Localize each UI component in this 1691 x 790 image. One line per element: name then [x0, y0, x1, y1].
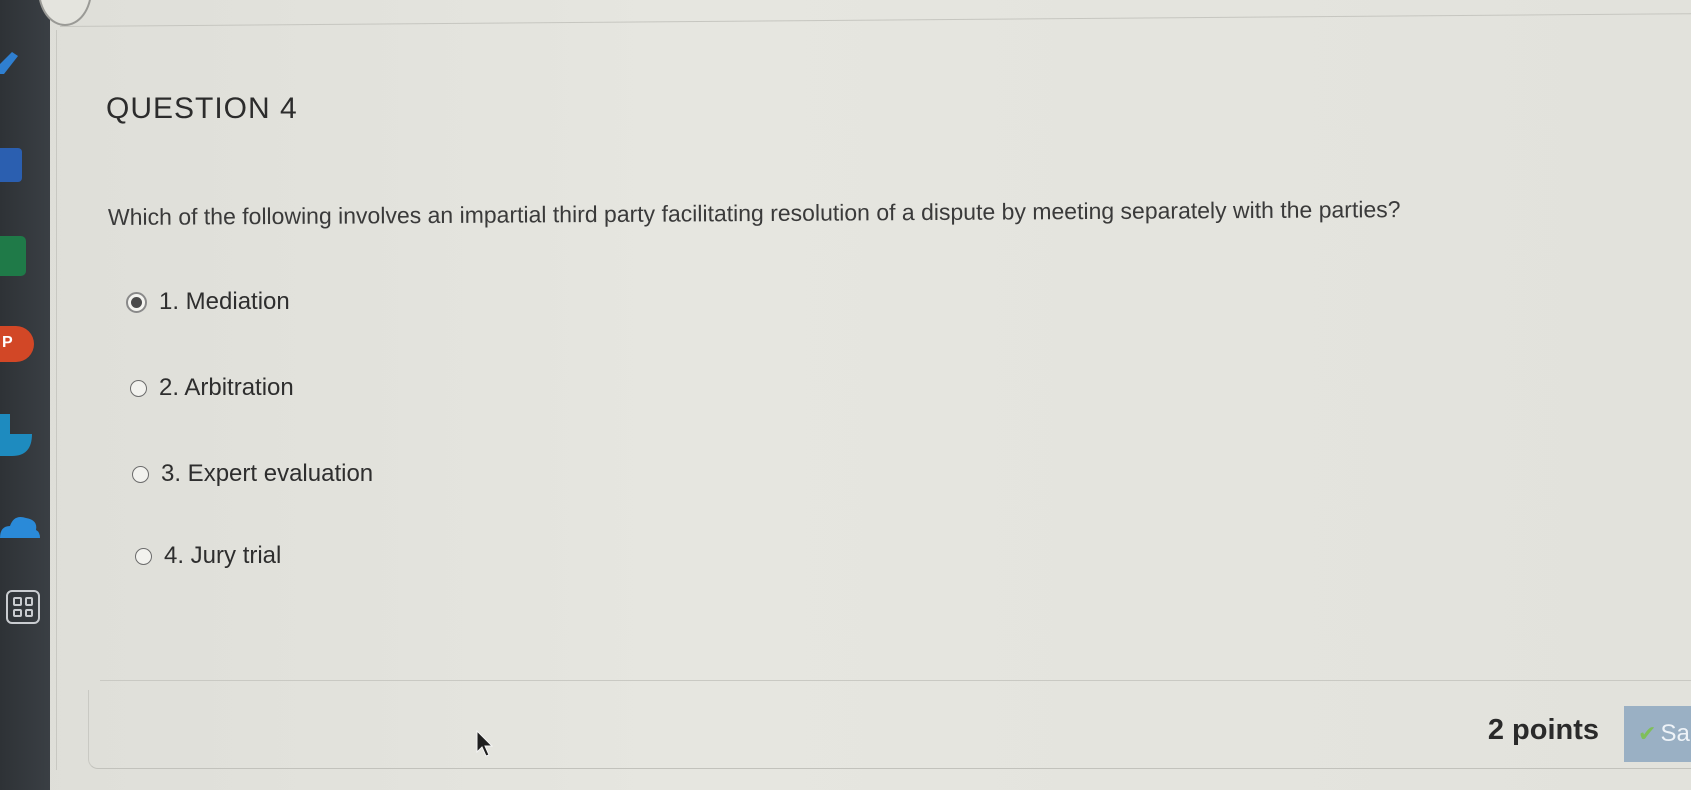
- answer-option-4[interactable]: 4. Jury trial: [135, 542, 281, 570]
- answer-option-label: 4. Jury trial: [164, 542, 282, 569]
- answer-option-label: 2. Arbitration: [159, 374, 294, 401]
- answer-option-2[interactable]: 2. Arbitration: [130, 374, 294, 402]
- answer-option-label: 3. Expert evaluation: [161, 460, 374, 487]
- radio-selected-icon[interactable]: [126, 291, 147, 313]
- answer-option-1[interactable]: 1. Mediation: [126, 288, 290, 316]
- word-icon[interactable]: [0, 148, 22, 182]
- check-icon: ✔: [1638, 721, 1657, 746]
- save-answer-button[interactable]: ✔ Sa: [1624, 706, 1691, 762]
- radio-icon[interactable]: [132, 465, 149, 483]
- radio-icon[interactable]: [130, 379, 147, 397]
- powerpoint-icon[interactable]: P: [0, 326, 34, 362]
- excel-icon[interactable]: [0, 236, 26, 276]
- save-answer-label: Sa: [1660, 720, 1690, 747]
- points-label: 2 points: [1487, 714, 1599, 746]
- onedrive-icon[interactable]: [0, 512, 40, 540]
- app-launcher-icon[interactable]: [6, 590, 40, 624]
- mouse-cursor-icon: [476, 730, 494, 757]
- footer-divider: [100, 680, 1691, 681]
- radio-icon[interactable]: [135, 547, 152, 565]
- question-card: [56, 30, 1691, 770]
- taskbar: P: [0, 0, 50, 790]
- pen-icon[interactable]: [0, 52, 18, 74]
- screen: P QUESTION 4 Which of the following invo…: [0, 0, 1691, 790]
- divider: [59, 13, 1691, 27]
- sway-icon[interactable]: [0, 414, 32, 456]
- answer-option-label: 1. Mediation: [159, 288, 290, 315]
- question-title: QUESTION 4: [106, 92, 298, 125]
- question-footer: [88, 690, 1691, 769]
- answer-option-3[interactable]: 3. Expert evaluation: [132, 460, 373, 488]
